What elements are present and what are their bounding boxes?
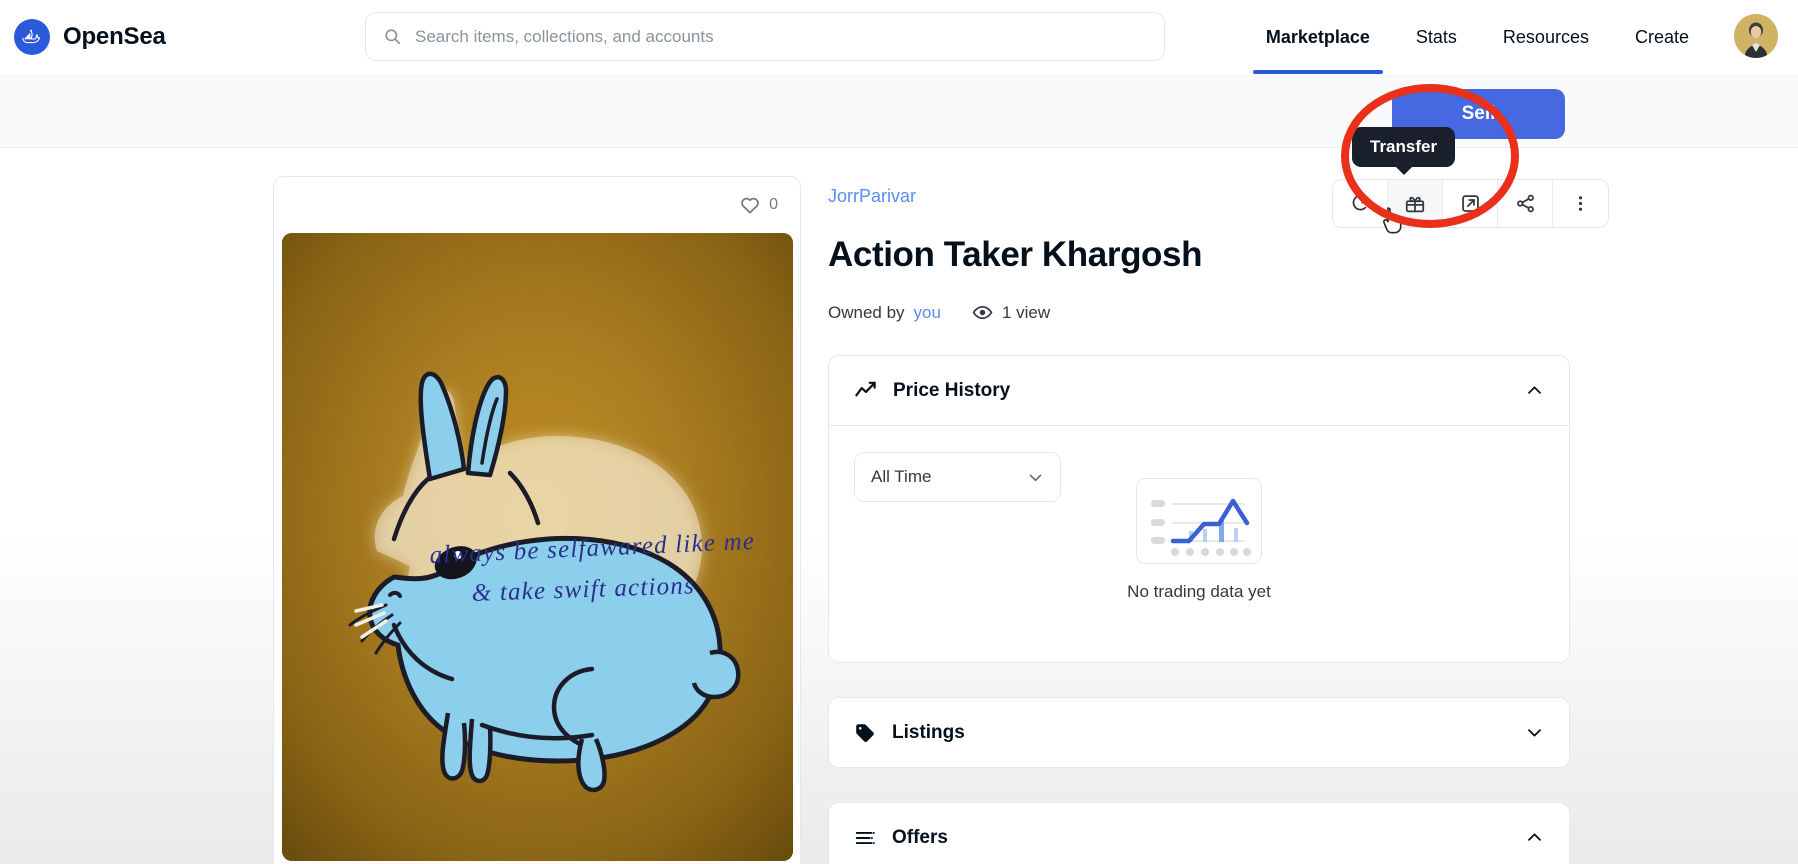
item-title: Action Taker Khargosh bbox=[828, 235, 1203, 274]
chart-placeholder-icon bbox=[1136, 478, 1262, 564]
gift-icon bbox=[1404, 193, 1426, 215]
chevron-up-icon[interactable] bbox=[1525, 381, 1544, 400]
chart-line-icon bbox=[854, 379, 877, 402]
owner-link[interactable]: you bbox=[914, 303, 941, 323]
listings-panel: Listings bbox=[828, 697, 1570, 768]
list-icon bbox=[854, 827, 876, 849]
search-input[interactable]: Search items, collections, and accounts bbox=[365, 12, 1165, 61]
nft-card-header: 0 bbox=[274, 177, 800, 233]
share-icon bbox=[1515, 193, 1536, 214]
open-original-button[interactable] bbox=[1443, 180, 1498, 227]
offers-title: Offers bbox=[892, 826, 948, 848]
share-button[interactable] bbox=[1498, 180, 1553, 227]
heart-icon[interactable] bbox=[739, 194, 761, 216]
nav-item-marketplace[interactable]: Marketplace bbox=[1243, 0, 1393, 74]
nft-media-wrapper: always be selfawared like me & take swif… bbox=[274, 233, 800, 861]
owned-by-label: Owned by bbox=[828, 302, 905, 322]
price-history-empty-state: No trading data yet bbox=[829, 478, 1569, 602]
transfer-tooltip: Transfer bbox=[1352, 127, 1456, 167]
price-history-panel: Price History All Time No trading data y… bbox=[828, 355, 1570, 663]
chevron-up-icon[interactable] bbox=[1525, 828, 1544, 847]
tag-icon bbox=[854, 722, 876, 744]
refresh-icon bbox=[1350, 193, 1371, 214]
price-history-panel-header[interactable]: Price History bbox=[829, 356, 1569, 425]
search-icon bbox=[383, 27, 402, 46]
nav-item-stats[interactable]: Stats bbox=[1393, 0, 1480, 74]
top-navigation-bar: OpenSea Search items, collections, and a… bbox=[0, 0, 1798, 74]
owner-and-views-row: Owned by you 1 view bbox=[828, 302, 1570, 323]
brand-name: OpenSea bbox=[63, 23, 166, 50]
offers-panel-header[interactable]: Offers bbox=[829, 803, 1569, 864]
item-detail-column: JorrParivar Action Taker Khargosh Owned … bbox=[828, 186, 1570, 864]
external-link-icon bbox=[1460, 193, 1481, 214]
search-placeholder: Search items, collections, and accounts bbox=[415, 26, 714, 46]
eye-icon bbox=[972, 302, 993, 323]
nav-item-resources[interactable]: Resources bbox=[1480, 0, 1612, 74]
nft-artwork[interactable]: always be selfawared like me & take swif… bbox=[282, 233, 793, 861]
transfer-button[interactable] bbox=[1388, 180, 1443, 227]
item-action-bar bbox=[1332, 179, 1609, 228]
more-options-button[interactable] bbox=[1553, 180, 1608, 227]
view-count-group: 1 view bbox=[972, 302, 1050, 323]
price-history-title: Price History bbox=[893, 379, 1011, 401]
primary-nav: Marketplace Stats Resources Create bbox=[1243, 0, 1712, 74]
price-history-panel-body: All Time No trading data yet bbox=[829, 425, 1569, 662]
nft-preview-card: 0 always be selfawared like me & take sw… bbox=[273, 176, 801, 864]
like-count: 0 bbox=[769, 196, 778, 213]
opensea-ship-logo-icon bbox=[14, 19, 50, 55]
no-trading-data-text: No trading data yet bbox=[1127, 582, 1271, 601]
listings-panel-header[interactable]: Listings bbox=[829, 698, 1569, 767]
more-vertical-icon bbox=[1570, 193, 1591, 214]
user-avatar[interactable] bbox=[1734, 14, 1778, 58]
nav-item-create[interactable]: Create bbox=[1612, 0, 1712, 74]
offers-panel: Offers bbox=[828, 802, 1570, 864]
chevron-down-icon[interactable] bbox=[1525, 723, 1544, 742]
refresh-metadata-button[interactable] bbox=[1333, 180, 1388, 227]
listings-title: Listings bbox=[892, 721, 965, 743]
brand-logo-link[interactable]: OpenSea bbox=[14, 19, 166, 55]
view-count: 1 view bbox=[1001, 302, 1051, 322]
